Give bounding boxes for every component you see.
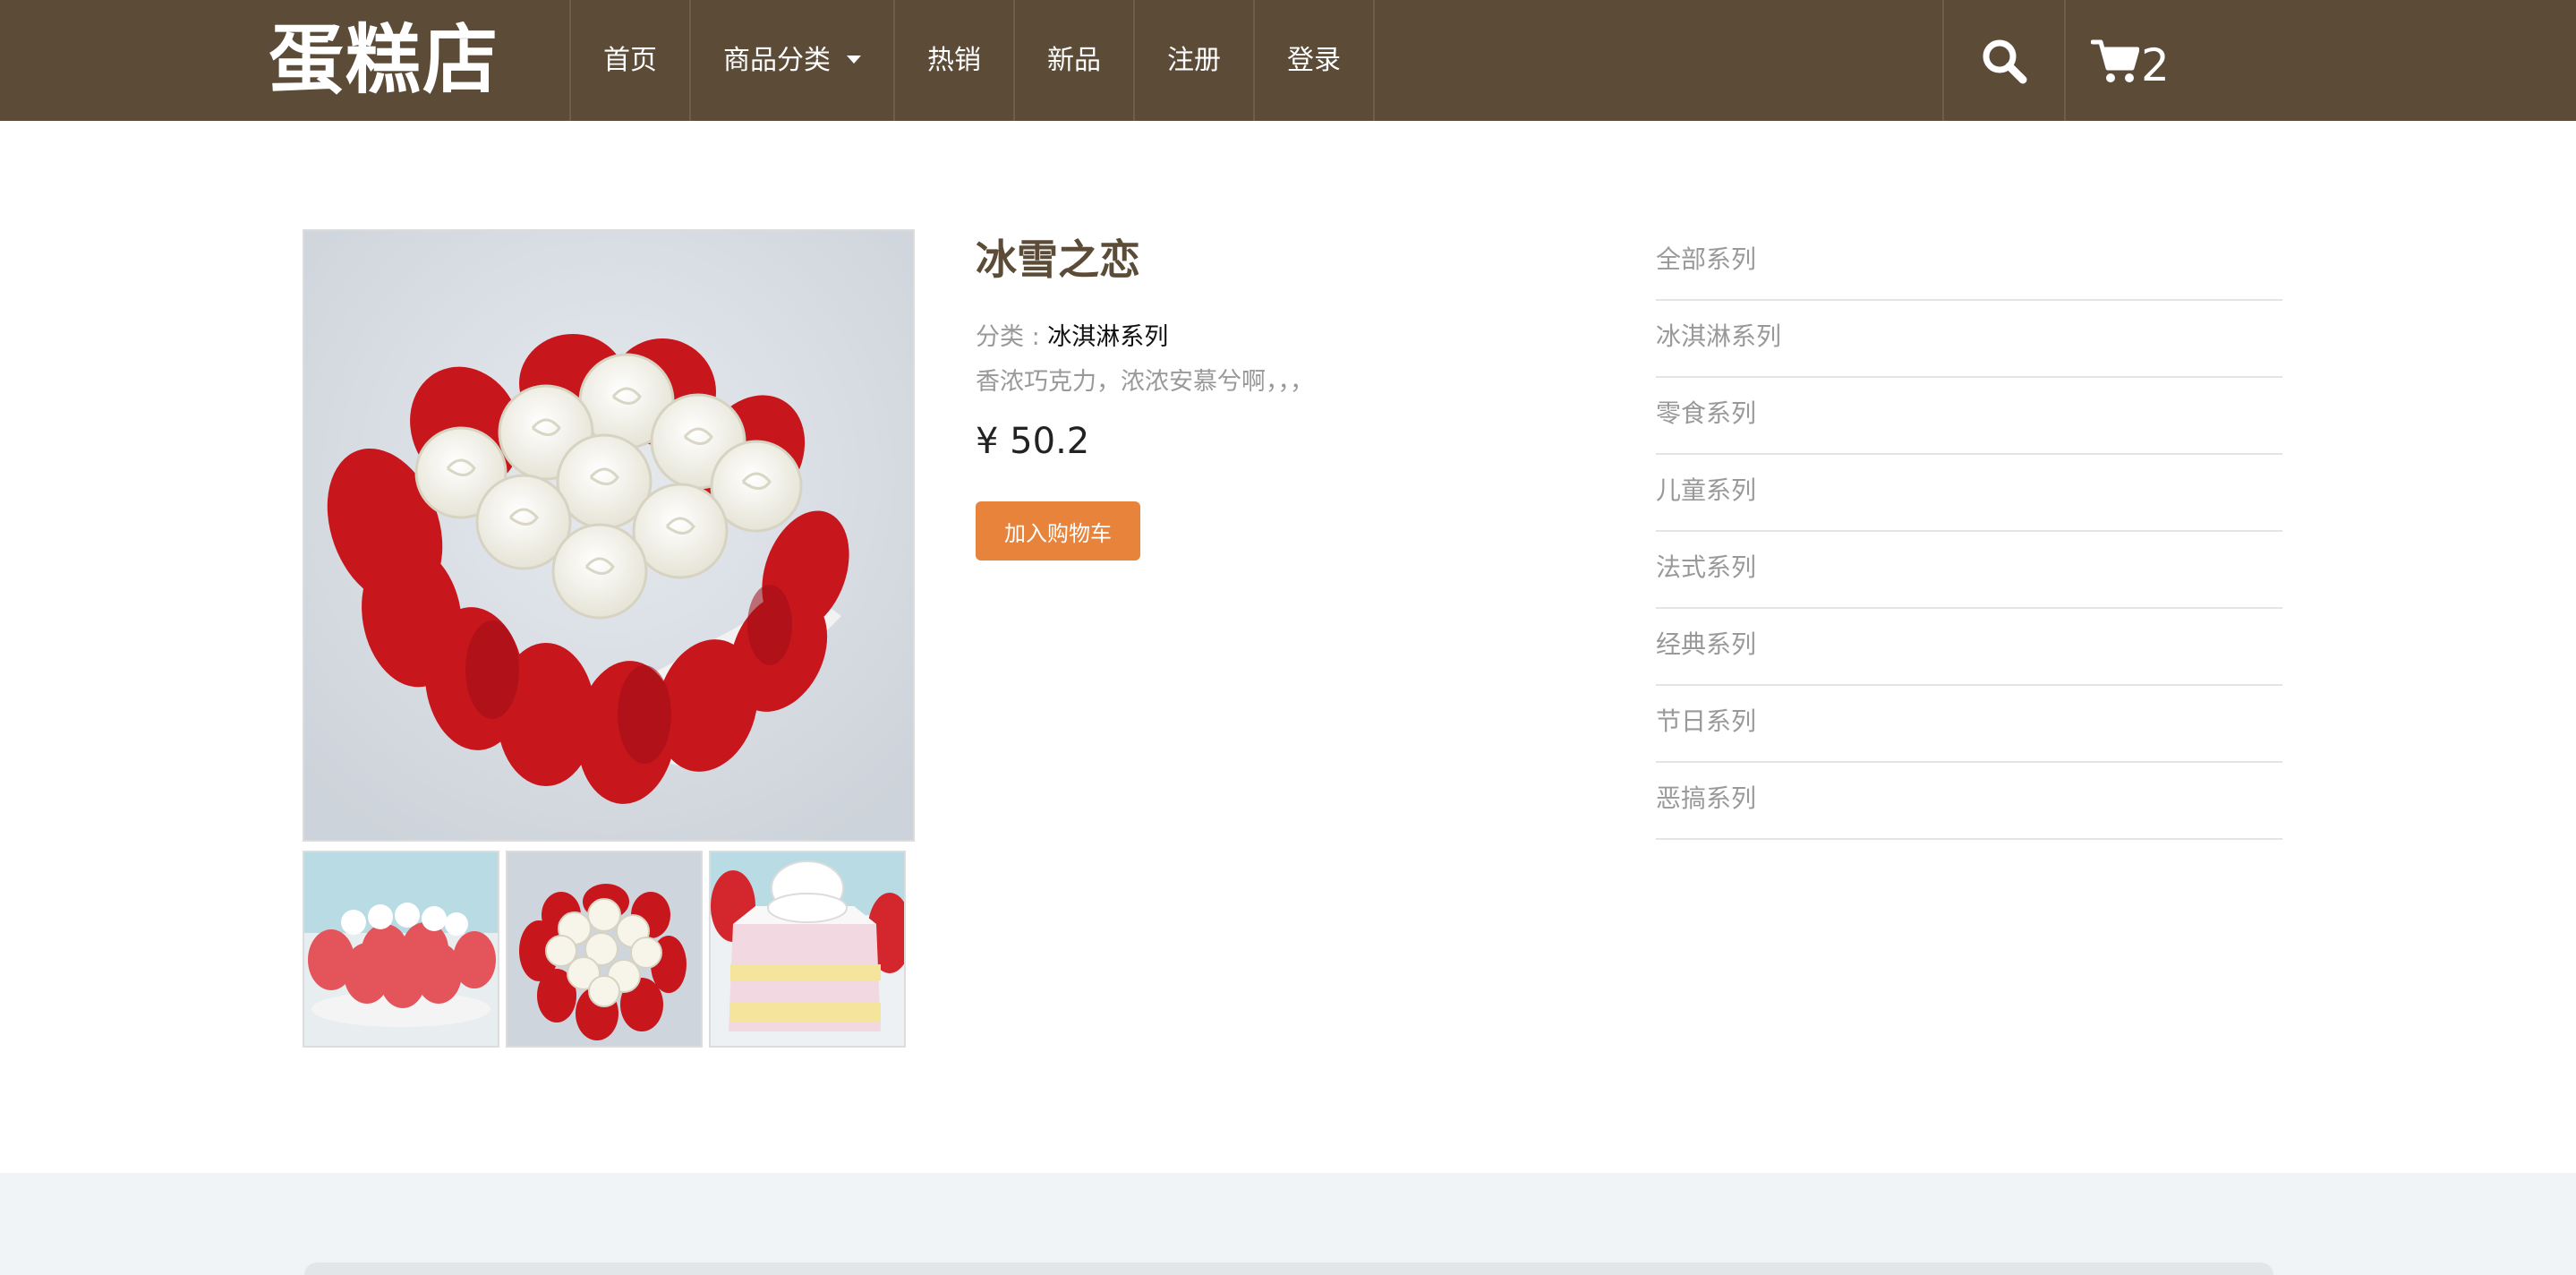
nav-new-label: 新品 bbox=[1047, 45, 1101, 76]
category-sidebar: 全部系列 冰淇淋系列 零食系列 儿童系列 法式系列 经典系列 节日系列 恶搞系列 bbox=[1656, 224, 2282, 840]
nav-home-label: 首页 bbox=[603, 45, 657, 76]
nav-new[interactable]: 新品 bbox=[1013, 0, 1133, 121]
product-price: ¥ 50.2 bbox=[976, 421, 1090, 462]
cart-count-badge: 2 bbox=[2141, 39, 2170, 91]
cake-thumbnail-image bbox=[304, 852, 498, 1046]
nav-register-label: 注册 bbox=[1167, 45, 1221, 76]
cake-image bbox=[304, 231, 913, 840]
category-label: 分类 : bbox=[976, 323, 1048, 351]
sidebar-item-snacks[interactable]: 零食系列 bbox=[1656, 378, 2282, 455]
nav-categories-dropdown[interactable]: 商品分类 bbox=[689, 0, 893, 121]
thumbnail-3[interactable] bbox=[709, 851, 906, 1048]
site-logo[interactable]: 蛋糕店 bbox=[269, 11, 499, 109]
nav-register[interactable]: 注册 bbox=[1133, 0, 1253, 121]
page-footer bbox=[0, 1173, 2576, 1275]
sidebar-item-french[interactable]: 法式系列 bbox=[1656, 532, 2282, 609]
search-icon bbox=[1983, 39, 2027, 83]
shopping-cart-icon bbox=[2091, 39, 2139, 82]
search-button[interactable] bbox=[1942, 0, 2064, 121]
nav-login[interactable]: 登录 bbox=[1253, 0, 1375, 121]
thumbnail-1[interactable] bbox=[303, 851, 499, 1048]
nav-hot-label: 热销 bbox=[927, 45, 981, 76]
main-nav: 首页 商品分类 热销 新品 注册 登录 bbox=[569, 0, 1375, 121]
sidebar-item-funny[interactable]: 恶搞系列 bbox=[1656, 763, 2282, 840]
product-main-image bbox=[303, 229, 915, 842]
nav-home[interactable]: 首页 bbox=[569, 0, 689, 121]
sidebar-item-classic[interactable]: 经典系列 bbox=[1656, 609, 2282, 686]
category-value-link[interactable]: 冰淇淋系列 bbox=[1047, 323, 1168, 351]
sidebar-item-holiday[interactable]: 节日系列 bbox=[1656, 686, 2282, 763]
sidebar-item-kids[interactable]: 儿童系列 bbox=[1656, 455, 2282, 532]
cake-thumbnail-image bbox=[711, 852, 904, 1046]
sidebar-item-all[interactable]: 全部系列 bbox=[1656, 224, 2282, 301]
product-title: 冰雪之恋 bbox=[976, 235, 1140, 284]
nav-login-label: 登录 bbox=[1287, 45, 1341, 76]
footer-divider bbox=[304, 1262, 2273, 1275]
add-to-cart-button[interactable]: 加入购物车 bbox=[976, 501, 1140, 560]
cake-thumbnail-image bbox=[508, 852, 701, 1046]
top-navbar: 蛋糕店 首页 商品分类 热销 新品 注册 登录 2 bbox=[0, 0, 2576, 121]
caret-down-icon bbox=[847, 56, 861, 64]
thumbnail-2[interactable] bbox=[506, 851, 703, 1048]
nav-hot[interactable]: 热销 bbox=[893, 0, 1013, 121]
product-description: 香浓巧克力，浓浓安慕兮啊，，， bbox=[976, 368, 1314, 396]
product-category: 分类 : 冰淇淋系列 bbox=[976, 317, 1168, 352]
cart-button[interactable]: 2 bbox=[2064, 0, 2189, 121]
nav-categories-label: 商品分类 bbox=[723, 45, 831, 76]
sidebar-item-ice-cream[interactable]: 冰淇淋系列 bbox=[1656, 301, 2282, 378]
